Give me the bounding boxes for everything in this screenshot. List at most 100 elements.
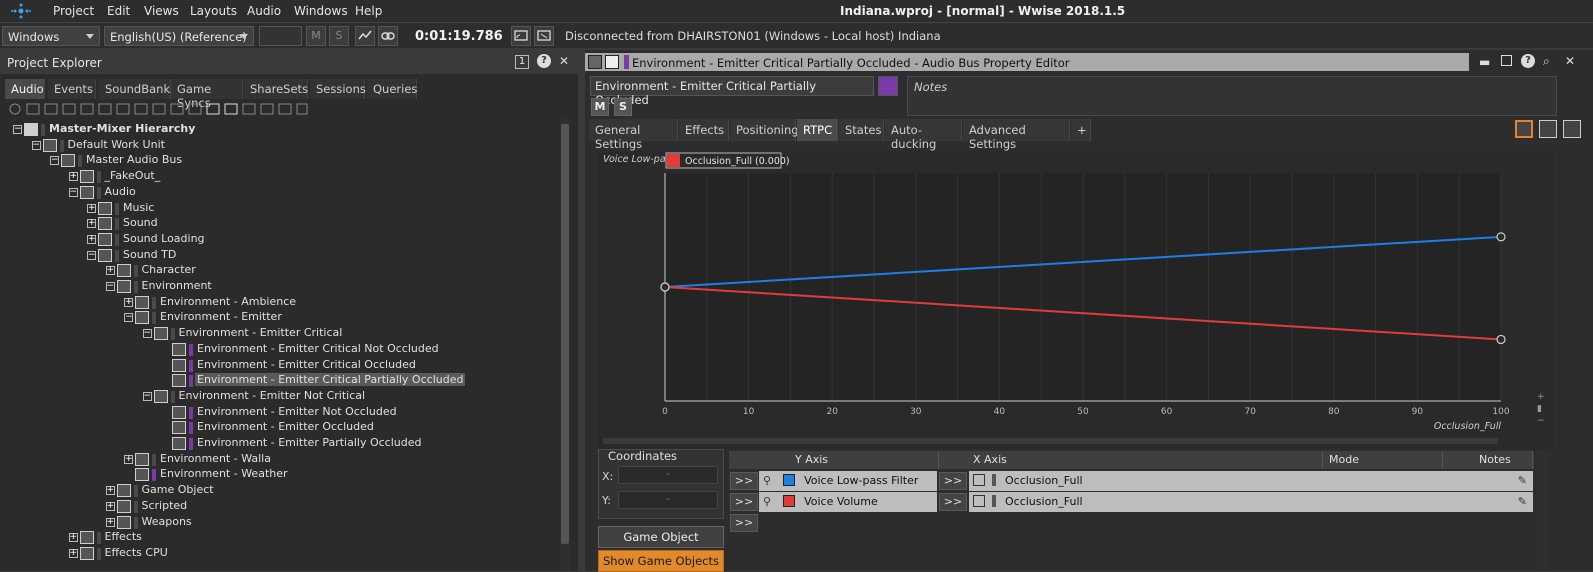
expand-button[interactable]: >>	[730, 493, 758, 511]
tab-effects[interactable]: Effects	[679, 119, 729, 141]
expand-icon[interactable]: +	[68, 548, 78, 558]
table-scrollbar[interactable]	[1538, 451, 1548, 571]
edit-pencil-icon[interactable]: ✎	[1518, 474, 1527, 487]
collapse-icon[interactable]: −	[142, 329, 152, 339]
expand-icon[interactable]: +	[87, 219, 96, 229]
table-row-empty[interactable]: >>	[729, 513, 1534, 533]
transport-field[interactable]	[259, 26, 302, 46]
open-folder-icon[interactable]: ▬	[1479, 55, 1490, 69]
close-icon[interactable]: ✕	[559, 54, 569, 68]
edit-pencil-icon[interactable]: ✎	[1518, 495, 1527, 508]
close-icon[interactable]: ✕	[1565, 54, 1575, 68]
tree-item-label: Sound Loading	[123, 231, 205, 245]
tab-sharesets[interactable]: ShareSets	[244, 79, 308, 99]
search-icon[interactable]: ⌕	[1543, 54, 1550, 69]
save-icon[interactable]	[1501, 55, 1512, 66]
pin-icon[interactable]: ⚲	[763, 495, 771, 508]
pin-icon[interactable]: ⚲	[763, 474, 771, 487]
table-row[interactable]: >> ⚲ Voice Volume >> Occlusion_Full ✎	[729, 492, 1534, 512]
expand-button[interactable]: >>	[939, 472, 967, 490]
x-axis-cell[interactable]: Occlusion_Full ✎	[969, 492, 1533, 512]
remote-connect-icon[interactable]	[511, 26, 531, 46]
expand-icon[interactable]: +	[105, 266, 115, 276]
tree-scrollbar[interactable]	[560, 119, 570, 571]
tree-item-label: Environment - Emitter Critical Occluded	[197, 357, 416, 371]
expand-button[interactable]: >>	[939, 493, 967, 511]
object-color-swatch[interactable]	[878, 76, 898, 96]
y-axis-cell[interactable]: ⚲ Voice Volume	[759, 492, 937, 512]
menu-layouts[interactable]: Layouts	[190, 4, 237, 18]
help-icon[interactable]: ?	[1521, 54, 1535, 68]
collapse-icon[interactable]: −	[87, 250, 96, 260]
collapse-icon[interactable]: −	[31, 140, 41, 150]
remote-disconnect-icon[interactable]	[534, 26, 554, 46]
link-icon[interactable]	[378, 26, 398, 46]
profiler-icon[interactable]	[355, 26, 375, 46]
graph-zoom-controls[interactable]: + ▮ −	[1537, 391, 1549, 441]
coord-y-field[interactable]: -	[618, 491, 718, 509]
collapse-icon[interactable]: −	[124, 313, 133, 323]
expand-button[interactable]: >>	[730, 514, 758, 532]
expand-icon[interactable]: +	[68, 172, 78, 182]
tab-positioning[interactable]: Positioning	[730, 119, 799, 141]
solo-button[interactable]: S	[614, 98, 632, 116]
expand-icon[interactable]: +	[124, 454, 133, 464]
expand-icon[interactable]: +	[105, 486, 115, 496]
layout-split-horizontal-icon[interactable]	[1563, 120, 1581, 138]
x-axis-cell[interactable]: Occlusion_Full ✎	[969, 471, 1533, 491]
tab-general-settings[interactable]: General Settings	[589, 119, 678, 151]
graph-vertical-scrollbar[interactable]	[1537, 151, 1547, 391]
y-axis-cell[interactable]: ⚲ Voice Low-pass Filter	[759, 471, 937, 491]
notes-field[interactable]: Notes	[907, 76, 1557, 116]
tab-states[interactable]: States	[839, 119, 884, 141]
expand-icon[interactable]: +	[87, 234, 96, 244]
language-select[interactable]: English(US) (Reference)	[104, 26, 254, 46]
expand-icon[interactable]: +	[87, 203, 96, 213]
table-row[interactable]: >> ⚲ Voice Low-pass Filter >> Occlusion_…	[729, 471, 1534, 491]
rtpc-graph[interactable]: 0 10 20 30 40 50 60 70 80 90 100 Occlusion_Full Voic…	[598, 151, 1553, 449]
collapse-icon[interactable]: −	[50, 156, 59, 166]
mute-button[interactable]: M	[306, 26, 326, 46]
tab-queries[interactable]: Queries	[367, 79, 417, 99]
tab-soundbanks[interactable]: SoundBanks	[99, 79, 176, 99]
tab-game-syncs[interactable]: Game Syncs	[171, 79, 243, 110]
add-tab-button[interactable]: +	[1071, 119, 1091, 141]
collapse-icon[interactable]: −	[68, 187, 78, 197]
tab-auto-ducking[interactable]: Auto-ducking	[885, 119, 962, 151]
layout-single-icon[interactable]	[1515, 120, 1533, 138]
collapse-icon[interactable]: −	[105, 282, 115, 291]
help-icon[interactable]: ?	[537, 54, 551, 68]
collapse-icon[interactable]: −	[142, 391, 152, 401]
object-name-field[interactable]: Environment - Emitter Critical Partially…	[590, 76, 874, 107]
pin-badge[interactable]: 1	[515, 55, 529, 69]
tree-item-label: Effects CPU	[104, 545, 168, 559]
show-game-objects-button[interactable]: Show Game Objects	[598, 550, 724, 572]
platform-select[interactable]: Windows	[2, 26, 100, 46]
menu-views[interactable]: Views	[144, 4, 179, 18]
mute-button[interactable]: M	[591, 98, 609, 116]
tab-rtpc[interactable]: RTPC	[797, 119, 838, 141]
project-explorer-header: Project Explorer 1 ? ✕	[0, 50, 578, 74]
expand-icon[interactable]: +	[105, 517, 115, 527]
expand-icon[interactable]: +	[105, 501, 115, 511]
tab-sessions[interactable]: Sessions	[310, 79, 366, 99]
expand-button[interactable]: >>	[730, 472, 758, 490]
game-object-explorer-button[interactable]: Game Object Explorer...	[598, 526, 724, 564]
menu-edit[interactable]: Edit	[107, 4, 130, 18]
coord-x-field[interactable]: -	[618, 466, 718, 484]
collapse-icon[interactable]: −	[13, 125, 22, 134]
tab-audio[interactable]: Audio	[5, 79, 45, 99]
layout-split-vertical-icon[interactable]	[1539, 120, 1557, 138]
menu-windows[interactable]: Windows	[294, 4, 348, 18]
tab-events[interactable]: Events	[48, 79, 96, 99]
tab-advanced-settings[interactable]: Advanced Settings	[963, 119, 1070, 151]
menu-help[interactable]: Help	[355, 4, 382, 18]
wwise-logo-icon[interactable]	[10, 3, 32, 19]
solo-button[interactable]: S	[329, 26, 349, 46]
expand-icon[interactable]: +	[124, 297, 133, 307]
expand-icon[interactable]: +	[68, 533, 78, 543]
menu-project[interactable]: Project	[53, 4, 94, 18]
menu-audio[interactable]: Audio	[247, 4, 281, 18]
tree-scrollbar-thumb[interactable]	[561, 124, 569, 544]
rtpc-graph-svg[interactable]: 0 10 20 30 40 50 60 70 80 90 100 Occlusion_Full Voic…	[598, 151, 1553, 449]
